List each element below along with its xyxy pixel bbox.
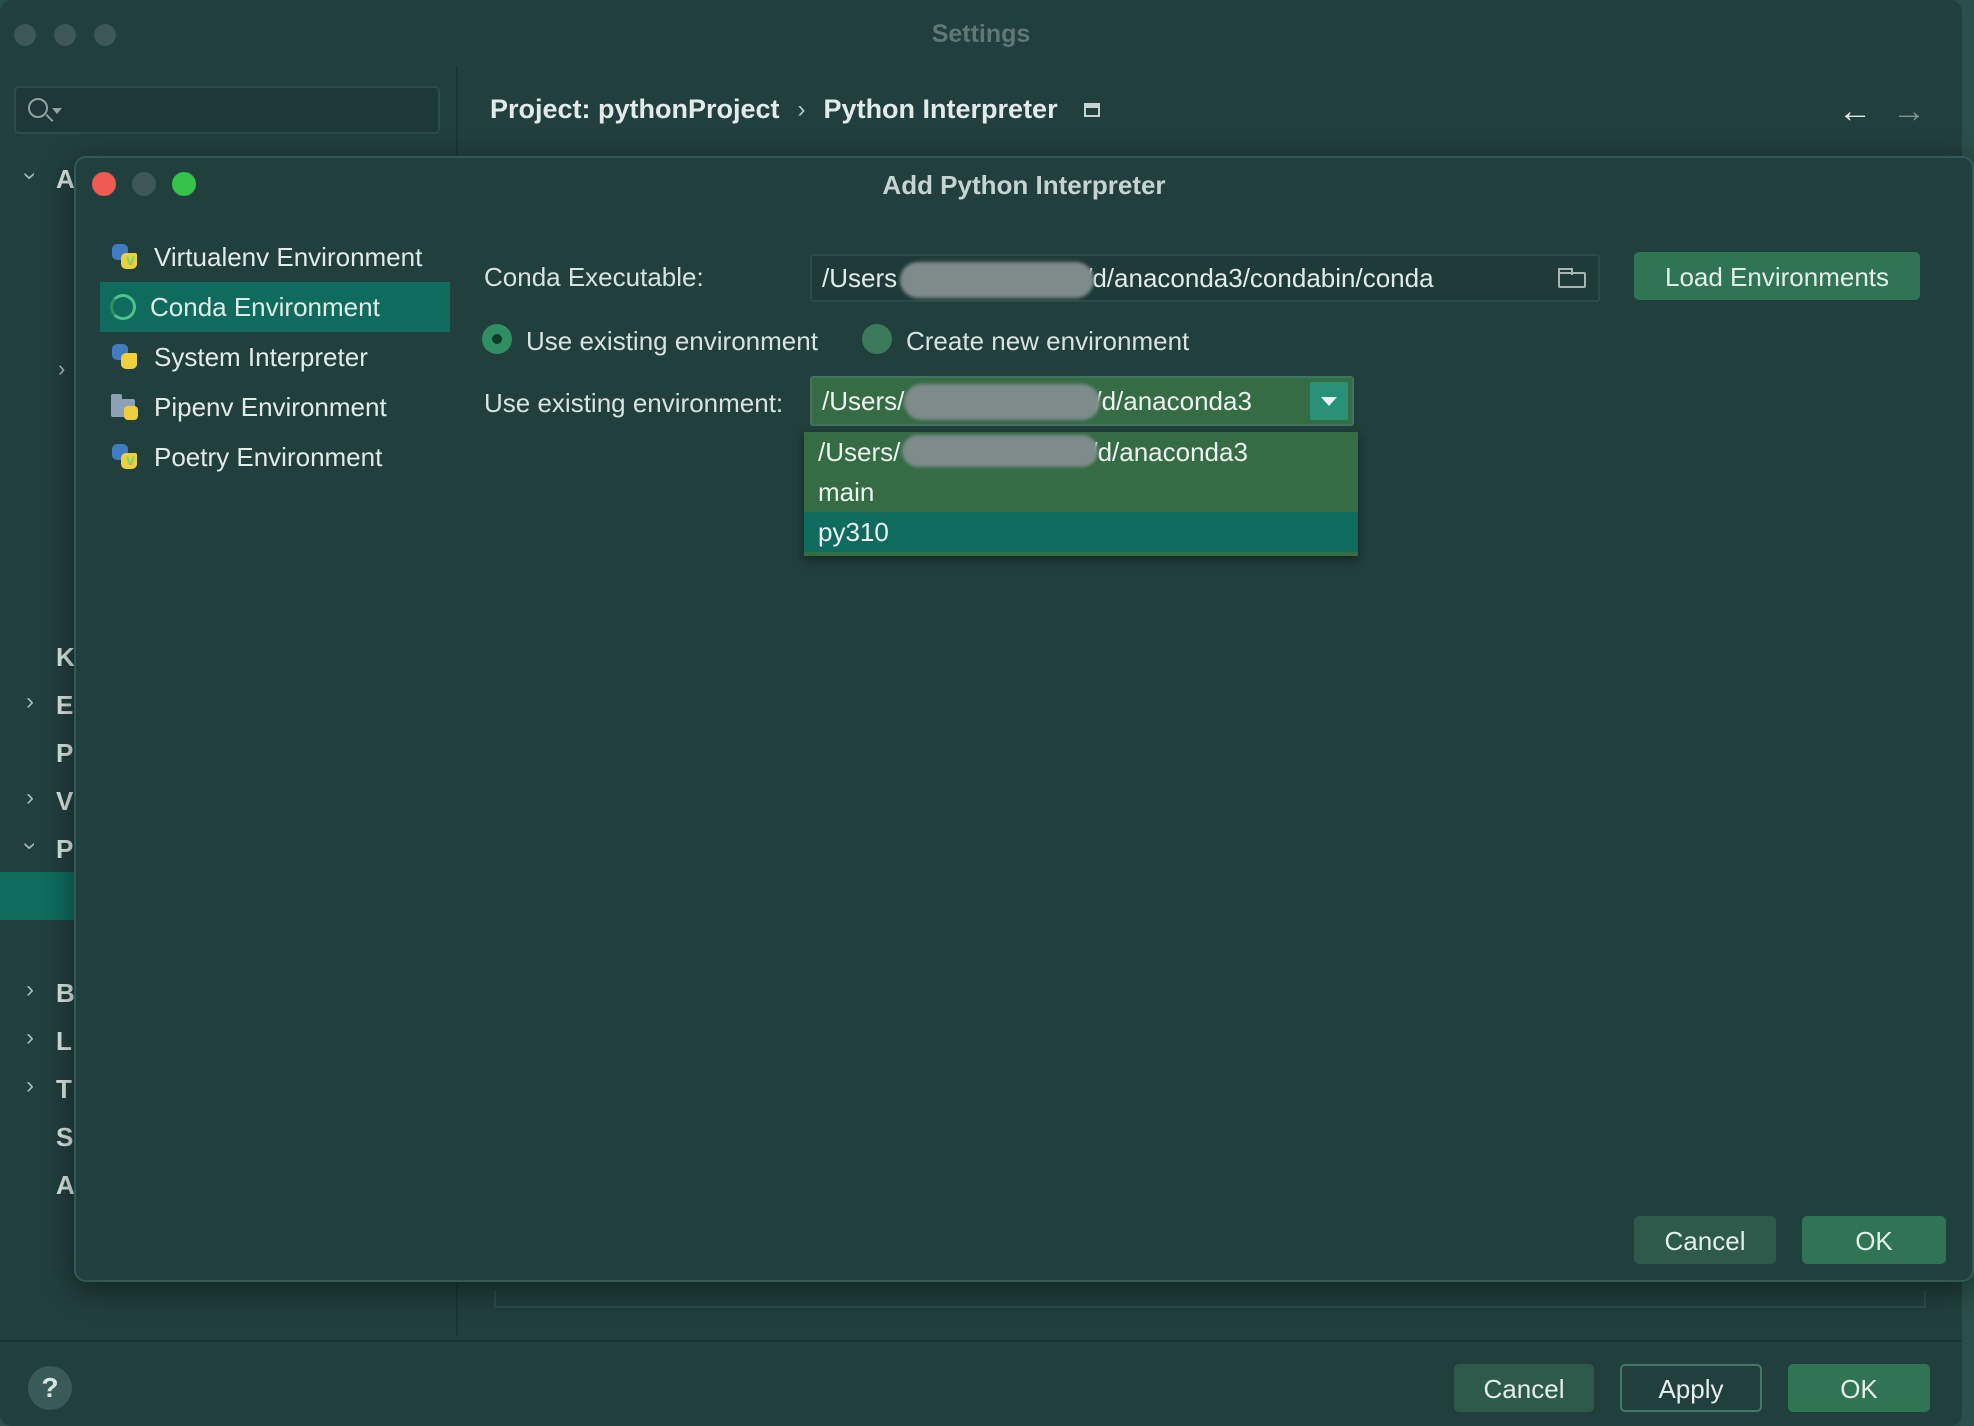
project-scope-icon [1083, 102, 1100, 117]
dropdown-option-py310[interactable]: py310 [804, 512, 1358, 552]
redacted-username [900, 262, 1094, 298]
chevron-right-icon[interactable]: › [26, 976, 34, 1004]
env-item-label: System Interpreter [154, 341, 368, 372]
env-item-conda[interactable]: Conda Environment [100, 282, 450, 332]
chevron-right-icon[interactable]: › [26, 688, 34, 716]
tree-item-label[interactable]: B [56, 978, 75, 1009]
tree-item-label[interactable]: V [56, 786, 73, 817]
breadcrumb-separator: › [797, 95, 806, 123]
env-item-system[interactable]: System Interpreter [100, 332, 450, 382]
chevron-right-icon[interactable]: › [58, 356, 65, 382]
tree-item-selected[interactable] [0, 872, 74, 920]
python-icon [110, 342, 140, 372]
combo-path-suffix: /d/anaconda3 [1094, 386, 1252, 416]
tree-item-label[interactable]: E [56, 690, 73, 721]
settings-title: Settings [931, 20, 1031, 48]
option-path-prefix: /Users/ [818, 437, 901, 467]
tree-item-label[interactable]: A [56, 164, 75, 195]
back-arrow-button[interactable]: ← [1838, 92, 1872, 131]
dialog-ok-button[interactable]: OK [1802, 1216, 1946, 1264]
tree-item-label[interactable]: P [56, 738, 73, 769]
chevron-down-icon[interactable]: › [16, 842, 44, 850]
chevron-right-icon[interactable]: › [26, 1024, 34, 1052]
conda-executable-label: Conda Executable: [484, 262, 704, 292]
tree-item-label[interactable]: T [56, 1074, 72, 1105]
breadcrumb-page: Python Interpreter [823, 94, 1058, 124]
settings-ok-button[interactable]: OK [1788, 1364, 1930, 1412]
chevron-right-icon[interactable]: › [26, 784, 34, 812]
help-button[interactable]: ? [28, 1366, 72, 1410]
dropdown-option-main[interactable]: main [804, 472, 1358, 512]
breadcrumb: Project: pythonProject › Python Interpre… [490, 94, 1100, 125]
chevron-down-icon[interactable] [1310, 382, 1348, 420]
breadcrumb-project: Project: pythonProject [490, 94, 780, 124]
dialog-title: Add Python Interpreter [882, 170, 1166, 200]
environment-dropdown-list: /Users/ /d/anaconda3 main py310 [804, 432, 1358, 556]
python-poetry-icon: v [110, 442, 140, 472]
redacted-username [904, 384, 1100, 420]
load-environments-button[interactable]: Load Environments [1634, 252, 1920, 300]
create-new-radio[interactable] [862, 324, 892, 354]
tree-item-label[interactable]: S [56, 1122, 73, 1153]
env-item-pipenv[interactable]: Pipenv Environment [100, 382, 450, 432]
add-python-interpreter-dialog: Add Python Interpreter v Virtualenv Envi… [74, 156, 1974, 1282]
option-path-suffix: /d/anaconda3 [1090, 437, 1248, 467]
tree-item-label[interactable]: A [56, 1170, 75, 1201]
python-virtualenv-icon: v [110, 242, 140, 272]
env-item-label: Virtualenv Environment [154, 241, 423, 272]
pipenv-folder-icon [110, 392, 140, 422]
conda-path-prefix: /Users [822, 263, 898, 293]
search-icon [28, 98, 48, 118]
chevron-right-icon[interactable]: › [26, 1072, 34, 1100]
browse-folder-icon[interactable] [1558, 268, 1586, 288]
conda-path-suffix: /d/anaconda3/condabin/conda [1085, 263, 1434, 293]
env-item-poetry[interactable]: v Poetry Environment [100, 432, 450, 482]
env-item-label: Pipenv Environment [154, 391, 387, 422]
use-existing-env-label: Use existing environment: [484, 388, 784, 418]
tree-item-label[interactable]: L [56, 1026, 72, 1057]
existing-environment-combobox[interactable]: /Users/ /d/anaconda3 [810, 376, 1354, 426]
settings-apply-button[interactable]: Apply [1620, 1364, 1762, 1412]
tree-item-label[interactable]: K [56, 642, 75, 673]
env-item-label: Poetry Environment [154, 441, 383, 472]
create-new-radio-label[interactable]: Create new environment [906, 326, 1189, 357]
dialog-cancel-button[interactable]: Cancel [1634, 1216, 1776, 1264]
search-options-chevron-icon[interactable] [52, 108, 62, 114]
chevron-down-icon[interactable]: › [16, 172, 44, 180]
use-existing-radio[interactable] [482, 324, 512, 354]
dropdown-option-anaconda3[interactable]: /Users/ /d/anaconda3 [804, 432, 1358, 472]
content-panel-border [494, 1290, 1926, 1308]
tree-item-label[interactable]: P [56, 834, 73, 865]
settings-cancel-button[interactable]: Cancel [1454, 1364, 1594, 1412]
conda-icon [110, 294, 136, 320]
use-existing-radio-label[interactable]: Use existing environment [526, 326, 818, 357]
settings-search-input[interactable] [14, 86, 440, 134]
environment-type-list: v Virtualenv Environment Conda Environme… [100, 232, 450, 482]
combo-path-prefix: /Users/ [822, 386, 905, 416]
env-item-label: Conda Environment [150, 291, 380, 322]
env-item-virtualenv[interactable]: v Virtualenv Environment [100, 232, 450, 282]
redacted-username [902, 435, 1098, 467]
conda-executable-field[interactable]: /Users/d/anaconda3/condabin/conda [810, 254, 1600, 302]
forward-arrow-button[interactable]: → [1892, 92, 1926, 131]
